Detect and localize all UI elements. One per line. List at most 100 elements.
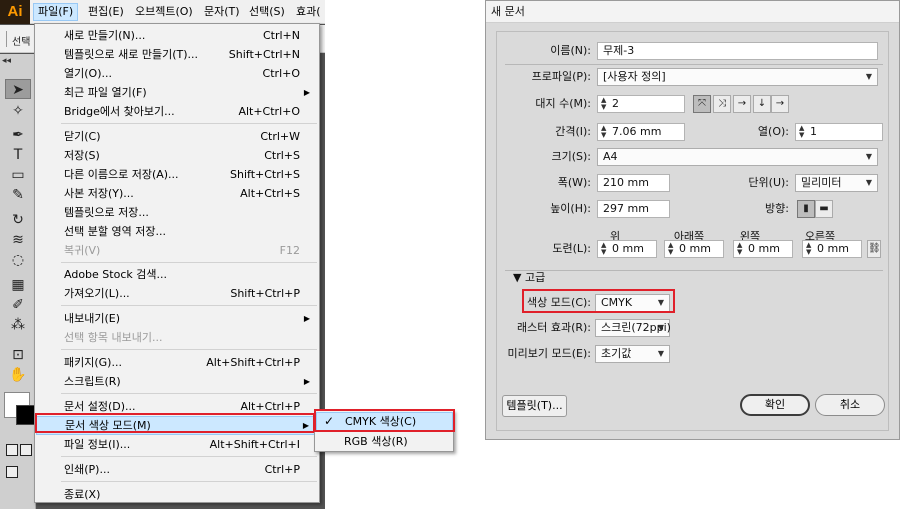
units-dropdown[interactable]: 밀리미터 ▼	[795, 174, 878, 192]
menu-item-search-adobe-stock[interactable]: Adobe Stock 검색...	[36, 265, 318, 284]
draw-normal-icon[interactable]	[6, 444, 18, 456]
menu-item-document-setup[interactable]: 문서 설정(D)... Alt+Ctrl+P	[36, 397, 318, 416]
size-dropdown[interactable]: A4 ▼	[597, 148, 878, 166]
artboard-tool-icon[interactable]: ⊡	[5, 345, 31, 365]
file-menu: 새로 만들기(N)... Ctrl+N 템플릿으로 새로 만들기(T)... Shi…	[34, 23, 320, 503]
grid-by-row-icon[interactable]: ⤧	[693, 95, 711, 113]
menu-item-new-from-template[interactable]: 템플릿으로 새로 만들기(T)... Shift+Ctrl+N	[36, 45, 318, 64]
orientation-label: 방향:	[765, 202, 789, 215]
chevron-down-icon: ▼	[657, 298, 664, 307]
menu-item-export[interactable]: 내보내기(E) ▶	[36, 309, 318, 328]
screen-mode-icon[interactable]	[6, 466, 18, 478]
document-name-field[interactable]: 무제-3	[597, 42, 878, 60]
bleed-left-field[interactable]: ▲ ▼ 0 mm	[733, 240, 793, 258]
menu-item-save[interactable]: 저장(S) Ctrl+S	[36, 146, 318, 165]
menu-file[interactable]: 파일(F)	[33, 3, 79, 21]
menu-item-new[interactable]: 새로 만들기(N)... Ctrl+N	[36, 26, 318, 45]
color-mode-submenu: ✓ CMYK 색상(C) RGB 색상(R)	[314, 410, 454, 452]
stroke-color-swatch[interactable]	[16, 405, 36, 425]
draw-behind-icon[interactable]	[20, 444, 32, 456]
width-label: 폭(W):	[557, 176, 591, 189]
menu-item-save-as[interactable]: 다른 이름으로 저장(A)... Shift+Ctrl+S	[36, 165, 318, 184]
selection-tool-icon[interactable]: ➤	[5, 79, 31, 99]
paintbrush-tool-icon[interactable]: ✎	[5, 185, 31, 205]
menu-item-scripts[interactable]: 스크립트(R) ▶	[36, 372, 318, 391]
menu-item-save-selected-slices[interactable]: 선택 분할 영역 저장...	[36, 222, 318, 241]
menu-item-exit[interactable]: 종료(X)	[36, 485, 318, 504]
bleed-label: 도련(L):	[552, 242, 591, 255]
magic-wand-tool-icon[interactable]: ✧	[5, 101, 31, 121]
menu-item-browse-in-bridge[interactable]: Bridge에서 찾아보기... Alt+Ctrl+O	[36, 102, 318, 121]
artboards-count-field[interactable]: ▲ ▼ 2	[597, 95, 685, 113]
menu-item-revert: 복귀(V) F12	[64, 244, 300, 257]
menu-item-close[interactable]: 닫기(C) Ctrl+W	[36, 127, 318, 146]
bleed-right-field[interactable]: ▲ ▼ 0 mm	[802, 240, 862, 258]
cancel-button[interactable]: 취소	[815, 394, 885, 416]
menu-item-open-recent[interactable]: 최근 파일 열기(F) ▶	[36, 83, 318, 102]
divider	[505, 64, 883, 65]
pen-tool-icon[interactable]: ✒	[5, 125, 31, 145]
link-bleed-icon[interactable]: ⛓	[867, 240, 881, 258]
menu-item-open[interactable]: 열기(O)... Ctrl+O	[36, 64, 318, 83]
spinner-icon[interactable]: ▲ ▼	[799, 125, 804, 139]
menu-item-save-as-template[interactable]: 템플릿으로 저장...	[36, 203, 318, 222]
rotate-tool-icon[interactable]: ↻	[5, 210, 31, 230]
menu-separator	[61, 262, 317, 263]
menu-item-package[interactable]: 패키지(G)... Alt+Shift+Ctrl+P	[36, 353, 318, 372]
menu-item-place[interactable]: 가져오기(L)... Shift+Ctrl+P	[36, 284, 318, 303]
landscape-orientation-icon[interactable]: ▬	[815, 200, 833, 218]
spinner-icon[interactable]: ▲ ▼	[737, 242, 742, 256]
grid-by-column-icon[interactable]: ⤨	[713, 95, 731, 113]
collapse-panel-icon[interactable]: ◂◂	[2, 56, 11, 66]
eyedropper-tool-icon[interactable]: ✐	[5, 295, 31, 315]
menu-item-print[interactable]: 인쇄(P)... Ctrl+P	[36, 460, 318, 479]
height-label: 높이(H):	[550, 202, 591, 215]
bleed-bottom-field[interactable]: ▲ ▼ 0 mm	[664, 240, 724, 258]
bleed-top-field[interactable]: ▲ ▼ 0 mm	[597, 240, 657, 258]
advanced-section-label[interactable]: ▼ 고급	[513, 269, 545, 287]
spinner-icon[interactable]: ▲ ▼	[806, 242, 811, 256]
size-label: 크기(S):	[551, 150, 591, 163]
columns-field[interactable]: ▲ ▼ 1	[795, 123, 883, 141]
menu-item-rgb-color[interactable]: RGB 색상(R)	[316, 432, 453, 451]
spacing-field[interactable]: ▲ ▼ 7.06 mm	[597, 123, 685, 141]
menu-item-export-selection: 선택 항목 내보내기...	[64, 331, 163, 344]
menu-separator	[61, 305, 317, 306]
symbol-sprayer-tool-icon[interactable]: ⁂	[5, 315, 31, 335]
menu-item-file-info[interactable]: 파일 정보(I)... Alt+Shift+Ctrl+I	[36, 435, 318, 454]
change-to-right-to-left-icon[interactable]: →	[771, 95, 789, 113]
warp-tool-icon[interactable]: ≋	[5, 230, 31, 250]
menu-edit[interactable]: 편집(E)	[84, 3, 128, 21]
templates-button[interactable]: 템플릿(T)...	[502, 395, 567, 417]
raster-effects-dropdown[interactable]: 스크린(72ppi) ▼	[595, 319, 671, 337]
menu-item-save-copy[interactable]: 사본 저장(Y)... Alt+Ctrl+S	[36, 184, 318, 203]
spinner-icon[interactable]: ▲ ▼	[601, 242, 606, 256]
menu-select[interactable]: 선택(S)	[245, 3, 289, 21]
control-bar-grip	[6, 31, 7, 47]
color-mode-dropdown[interactable]: CMYK ▼	[595, 294, 670, 312]
menu-separator	[61, 393, 317, 394]
menu-effect[interactable]: 효과(	[292, 3, 325, 21]
spinner-icon[interactable]: ▲ ▼	[601, 97, 606, 111]
preview-mode-dropdown[interactable]: 초기값 ▼	[595, 345, 670, 363]
height-field[interactable]: 297 mm	[597, 200, 670, 218]
shape-builder-tool-icon[interactable]: ◌	[5, 250, 31, 270]
spinner-icon[interactable]: ▲ ▼	[601, 125, 606, 139]
menu-type[interactable]: 문자(T)	[200, 3, 244, 21]
menu-object[interactable]: 오브젝트(O)	[131, 3, 197, 21]
portrait-orientation-icon[interactable]: ▮	[797, 200, 815, 218]
width-field[interactable]: 210 mm	[597, 174, 670, 192]
mesh-tool-icon[interactable]: ▦	[5, 275, 31, 295]
arrange-by-column-icon[interactable]: ↓	[753, 95, 771, 113]
rectangle-tool-icon[interactable]: ▭	[5, 165, 31, 185]
profile-dropdown[interactable]: [사용자 정의] ▼	[597, 68, 878, 86]
menu-item-cmyk-color[interactable]: ✓ CMYK 색상(C)	[316, 412, 453, 431]
dialog-title: 새 문서	[486, 1, 899, 23]
submenu-arrow-icon: ▶	[302, 421, 309, 430]
spinner-icon[interactable]: ▲ ▼	[668, 242, 673, 256]
hand-tool-icon[interactable]: ✋	[5, 365, 31, 385]
menu-item-document-color-mode[interactable]: 문서 색상 모드(M) ▶	[36, 416, 318, 435]
ok-button[interactable]: 확인	[740, 394, 810, 416]
arrange-by-row-icon[interactable]: →	[733, 95, 751, 113]
type-tool-icon[interactable]: T	[5, 145, 31, 165]
